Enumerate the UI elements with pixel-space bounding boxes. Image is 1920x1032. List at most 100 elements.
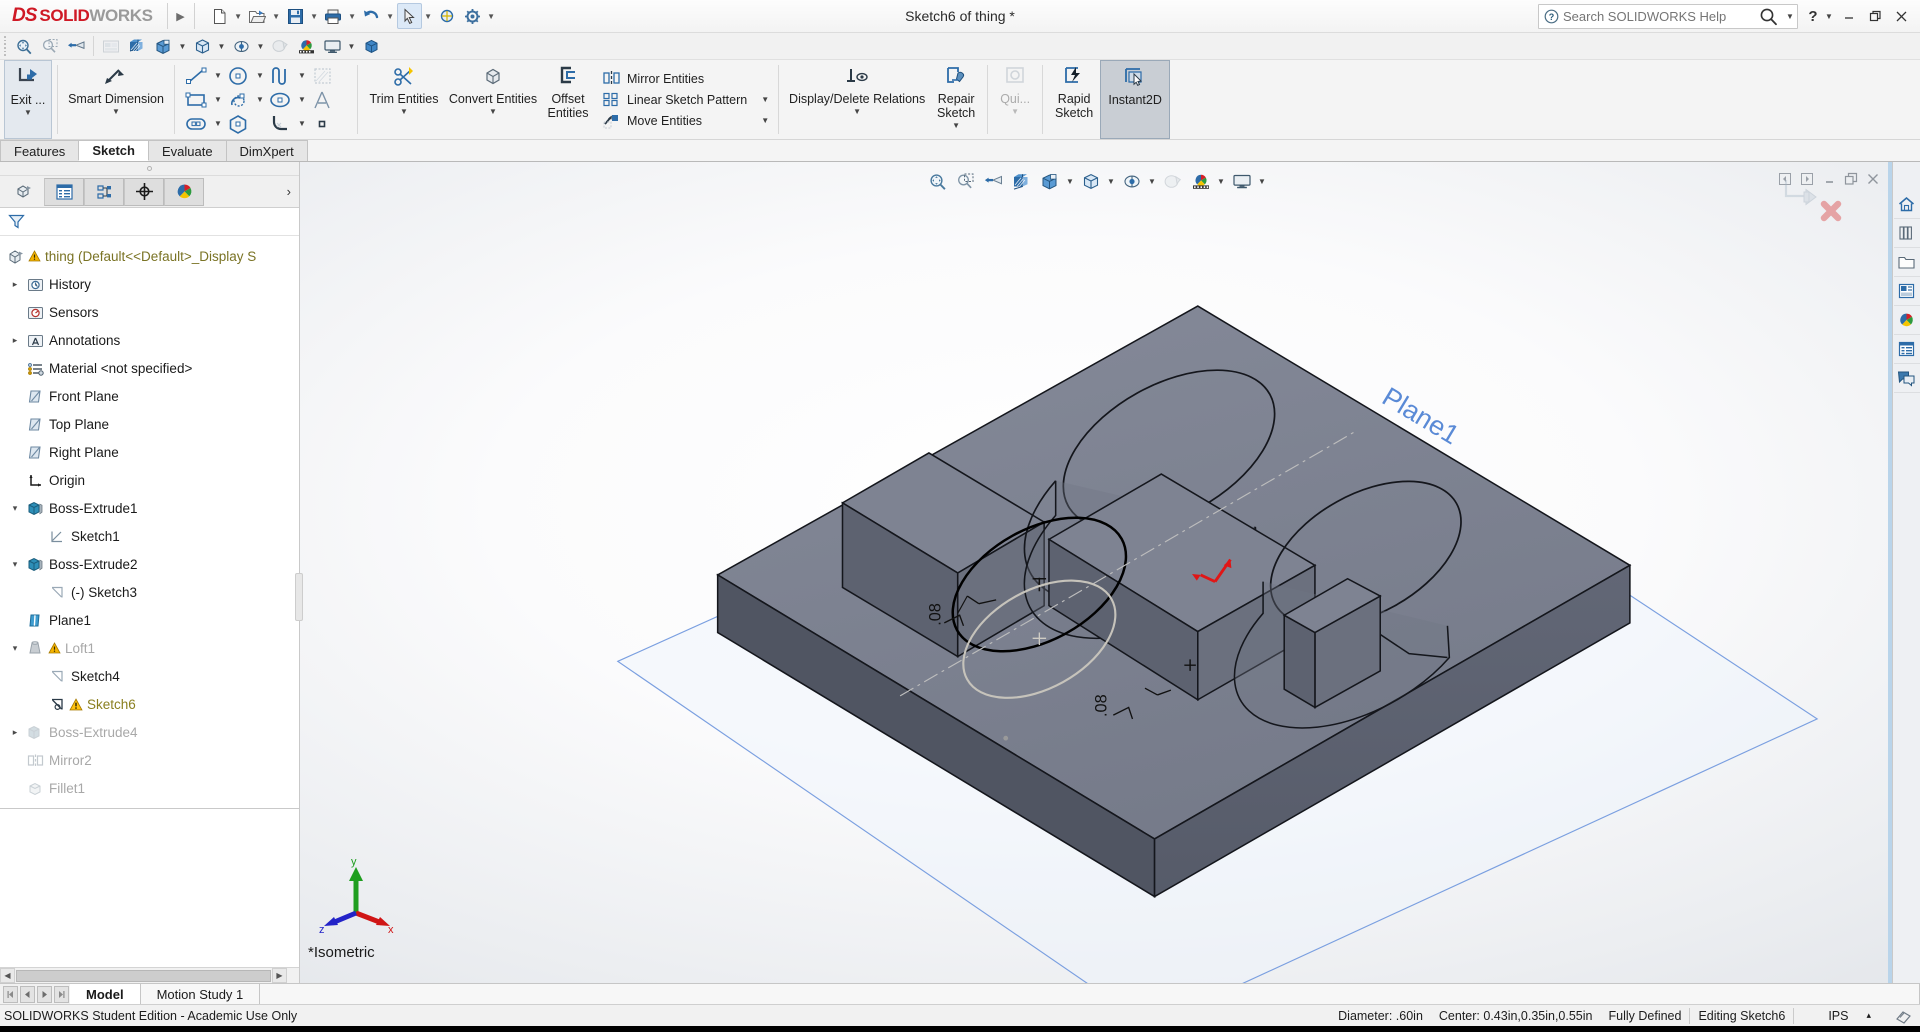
fm-tab-display-manager[interactable] [164,177,204,206]
point-tool-button[interactable] [308,112,350,136]
instant2d-button[interactable]: Instant2D [1100,60,1171,139]
study-tab-motion-study-1[interactable]: Motion Study 1 [140,984,261,1004]
repair-sketch-dropdown-icon[interactable]: ▼ [952,121,960,130]
new-document-dropdown-icon[interactable]: ▼ [232,3,245,29]
collapse-arrow-icon[interactable]: ▾ [6,559,24,570]
nav-next-button[interactable] [37,985,52,1003]
search-dropdown-icon[interactable]: ▼ [1783,12,1797,21]
feature-tree-hscrollbar[interactable]: ◀ ▶ [0,967,299,983]
ellipse-dropdown-icon[interactable]: ▼ [296,95,308,104]
smart-dimension-dropdown-icon[interactable]: ▼ [112,107,120,116]
view-settings-monitor-icon[interactable] [319,34,345,58]
tree-sketch1[interactable]: Sketch1 [0,522,299,550]
arc-slot-tool-button[interactable]: ▼ [224,88,266,112]
tree-history[interactable]: ▸ History [0,270,299,298]
fm-tab-feature-tree[interactable] [4,178,44,206]
display-style-dropdown-icon[interactable]: ▼ [1105,168,1118,194]
linear-pattern-dropdown-icon[interactable]: ▼ [747,95,769,104]
view-orientation-icon[interactable] [1036,168,1064,194]
help-button[interactable]: ? [1804,8,1822,25]
task-pane-design-library[interactable] [1893,219,1920,248]
tree-sketch6[interactable]: Sketch6 [0,690,299,718]
view-orientation-dropdown-icon[interactable]: ▼ [176,34,189,58]
panel-splitter-handle[interactable] [295,572,303,621]
move-entities-dropdown-icon[interactable]: ▼ [747,116,769,125]
convert-entities-button[interactable]: Convert Entities ▼ [445,60,541,139]
save-document-dropdown-icon[interactable]: ▼ [308,3,321,29]
collapse-arrow-icon[interactable]: ▾ [6,503,24,514]
exit-sketch-dropdown-icon[interactable]: ▼ [24,108,32,117]
trim-entities-button[interactable]: Trim Entities ▼ [363,60,445,139]
tab-sketch[interactable]: Sketch [78,140,149,161]
collapse-arrow-icon[interactable]: ▾ [6,643,24,654]
spline-dropdown-icon[interactable]: ▼ [296,71,308,80]
monitor-dropdown-icon[interactable]: ▼ [1256,168,1269,194]
undo-button[interactable] [359,3,384,29]
section-view-icon[interactable] [1008,168,1036,194]
tree-sketch4[interactable]: Sketch4 [0,662,299,690]
display-relations-dropdown-icon[interactable]: ▼ [853,107,861,116]
circle-dropdown-icon[interactable]: ▼ [254,71,266,80]
select-tool-dropdown-icon[interactable]: ▼ [422,3,435,29]
zoom-area-icon[interactable] [952,168,980,194]
appearance-icon[interactable] [1159,168,1187,194]
fm-expand-icon[interactable]: › [287,184,299,199]
open-document-button[interactable] [245,3,270,29]
save-document-button[interactable] [283,3,308,29]
tree-material[interactable]: Material <not specified> [0,354,299,382]
tree-loft1[interactable]: ▾ Loft1 [0,634,299,662]
feature-tree-filter[interactable] [0,208,299,236]
cube-view-icon[interactable] [358,34,384,58]
zoom-fit-icon[interactable] [924,168,952,194]
ellipse-tool-button[interactable]: ▼ [266,88,308,112]
task-pane-appearances[interactable] [1893,306,1920,335]
trim-entities-dropdown-icon[interactable]: ▼ [400,107,408,116]
help-dropdown-icon[interactable]: ▼ [1822,12,1836,21]
display-style-dropdown-icon[interactable]: ▼ [215,34,228,58]
scene-icon[interactable] [1187,168,1215,194]
zoom-area-icon[interactable] [37,34,63,58]
rectangle-dropdown-icon[interactable]: ▼ [212,95,224,104]
tree-annotations[interactable]: ▸ Annotations [0,326,299,354]
menu-expand-arrow-icon[interactable]: ▶ [172,0,190,32]
smart-dimension-button[interactable]: Smart Dimension ▼ [63,60,169,139]
task-pane-solidworks-forum[interactable] [1893,364,1920,393]
tree-origin[interactable]: Origin [0,466,299,494]
scroll-right-icon[interactable]: ▶ [272,968,287,983]
zoom-fit-icon[interactable] [11,34,37,58]
section-properties-icon[interactable] [98,34,124,58]
tree-plane1[interactable]: Plane1 [0,606,299,634]
task-pane-custom-properties[interactable] [1893,335,1920,364]
slot-tool-button[interactable]: ▼ [182,112,224,136]
tree-top-plane[interactable]: Top Plane [0,410,299,438]
open-document-dropdown-icon[interactable]: ▼ [270,3,283,29]
measure-button[interactable] [435,3,460,29]
quick-snaps-dropdown-icon[interactable]: ▼ [1011,107,1019,116]
restore-button[interactable] [1862,3,1888,29]
convert-entities-dropdown-icon[interactable]: ▼ [489,107,497,116]
tab-features[interactable]: Features [0,140,80,161]
arc-dropdown-icon[interactable]: ▼ [254,95,266,104]
repair-sketch-button[interactable]: Repair Sketch ▼ [930,60,982,139]
task-pane-file-explorer[interactable] [1893,248,1920,277]
nav-first-button[interactable] [3,985,18,1003]
slot-dropdown-icon[interactable]: ▼ [212,119,224,128]
undo-dropdown-icon[interactable]: ▼ [384,3,397,29]
viewport-scroll-indicator[interactable] [1888,162,1892,983]
close-button[interactable] [1888,3,1914,29]
exit-sketch-button[interactable]: Exit ... ▼ [4,60,52,139]
hide-show-dropdown-icon[interactable]: ▼ [254,34,267,58]
circle-tool-button[interactable]: ▼ [224,64,266,88]
linear-sketch-pattern-row[interactable]: Linear Sketch Pattern ▼ [597,89,771,110]
hide-show-items-icon[interactable] [228,34,254,58]
search-icon[interactable] [1753,7,1783,26]
section-view-icon[interactable] [124,34,150,58]
print-document-button[interactable] [321,3,346,29]
hatch-square-button[interactable] [308,64,350,88]
apply-scene-icon[interactable] [293,34,319,58]
expand-arrow-icon[interactable]: ▸ [6,727,24,738]
nav-last-button[interactable] [54,985,69,1003]
line-tool-button[interactable]: ▼ [182,64,224,88]
appearance-icon[interactable] [267,34,293,58]
graphics-viewport[interactable]: ▼ ▼ ▼ ▼ ▼ Plane1 .08 .08 y x z *Isometri… [300,162,1892,983]
